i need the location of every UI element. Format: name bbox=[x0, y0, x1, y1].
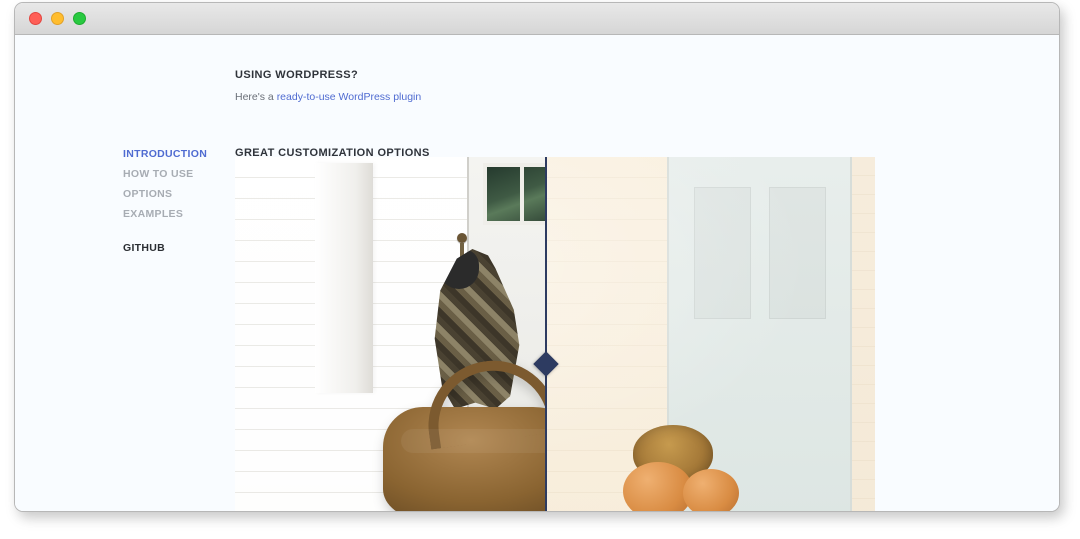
wordpress-paragraph: Here's a ready-to-use WordPress plugin bbox=[235, 91, 875, 103]
browser-window: INTRODUCTION HOW TO USE OPTIONS EXAMPLES… bbox=[14, 2, 1060, 512]
comparison-divider[interactable] bbox=[545, 157, 547, 511]
wordpress-plugin-link[interactable]: ready-to-use WordPress plugin bbox=[277, 91, 422, 103]
sidebar-item-github[interactable]: GITHUB bbox=[123, 239, 233, 259]
sidebar-item-options[interactable]: OPTIONS bbox=[123, 185, 233, 205]
wordpress-prefix: Here's a bbox=[235, 91, 277, 103]
sidebar-item-examples[interactable]: EXAMPLES bbox=[123, 205, 233, 225]
doc-sidebar: INTRODUCTION HOW TO USE OPTIONS EXAMPLES… bbox=[123, 145, 233, 259]
image-comparison-slider[interactable] bbox=[235, 157, 875, 511]
sidebar-item-how-to-use[interactable]: HOW TO USE bbox=[123, 165, 233, 185]
window-close-button[interactable] bbox=[29, 12, 42, 25]
heading-using-wordpress: USING WORDPRESS? bbox=[235, 69, 875, 81]
window-minimize-button[interactable] bbox=[51, 12, 64, 25]
sidebar-divider bbox=[123, 225, 233, 239]
window-zoom-button[interactable] bbox=[73, 12, 86, 25]
window-titlebar bbox=[15, 3, 1059, 35]
main-column: USING WORDPRESS? Here's a ready-to-use W… bbox=[235, 69, 875, 169]
sidebar-item-introduction[interactable]: INTRODUCTION bbox=[123, 145, 233, 165]
page-viewport: INTRODUCTION HOW TO USE OPTIONS EXAMPLES… bbox=[15, 35, 1059, 511]
